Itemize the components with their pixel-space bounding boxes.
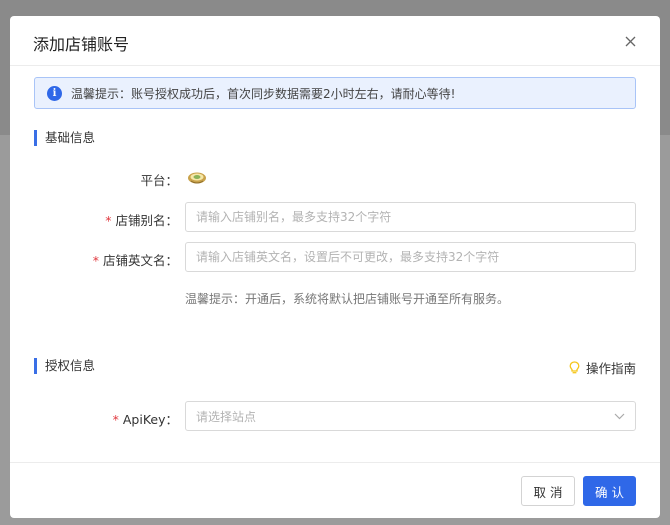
store-alias-input[interactable] xyxy=(185,202,636,232)
lightbulb-icon xyxy=(569,361,580,374)
info-icon: i xyxy=(47,85,62,101)
chevron-down-icon xyxy=(614,413,625,419)
apikey-label: * ApiKey： xyxy=(18,409,178,428)
store-english-name-label: * 店铺英文名： xyxy=(18,250,178,269)
modal-title: 添加店铺账号 xyxy=(33,35,130,54)
close-button[interactable] xyxy=(620,31,640,51)
confirm-button[interactable]: 确 认 xyxy=(583,476,636,506)
store-alias-label-text: 店铺别名： xyxy=(115,213,178,228)
modal-footer: 取 消 确 认 xyxy=(10,462,660,518)
required-mark: * xyxy=(105,213,112,228)
required-mark: * xyxy=(112,412,119,427)
activation-hint: 温馨提示：开通后，系统将默认把店铺账号开通至所有服务。 xyxy=(185,292,510,306)
close-icon xyxy=(625,36,635,46)
modal-header: 添加店铺账号 xyxy=(10,16,660,66)
section-title-auth: 授权信息 xyxy=(34,358,95,374)
platform-label: 平台： xyxy=(140,173,178,188)
section-title-basic: 基础信息 xyxy=(34,130,95,146)
operation-guide-link[interactable]: 操作指南 xyxy=(569,358,636,377)
required-mark: * xyxy=(92,253,99,268)
cancel-button[interactable]: 取 消 xyxy=(521,476,575,506)
apikey-site-select[interactable]: 请选择站点 xyxy=(185,401,636,431)
platform-logo-icon xyxy=(188,172,206,184)
store-english-name-label-text: 店铺英文名： xyxy=(102,253,178,268)
apikey-select-placeholder: 请选择站点 xyxy=(196,409,257,424)
store-english-name-input[interactable] xyxy=(185,242,636,272)
operation-guide-label: 操作指南 xyxy=(585,361,636,376)
notice-text: 温馨提示：账号授权成功后，首次同步数据需要2小时左右，请耐心等待! xyxy=(71,86,456,101)
sync-notice-alert: i 温馨提示：账号授权成功后，首次同步数据需要2小时左右，请耐心等待! xyxy=(34,77,636,109)
store-alias-label: * 店铺别名： xyxy=(18,210,178,229)
add-store-account-modal: 添加店铺账号 i 温馨提示：账号授权成功后，首次同步数据需要2小时左右，请耐心等… xyxy=(10,16,660,518)
apikey-label-text: ApiKey： xyxy=(122,412,178,427)
